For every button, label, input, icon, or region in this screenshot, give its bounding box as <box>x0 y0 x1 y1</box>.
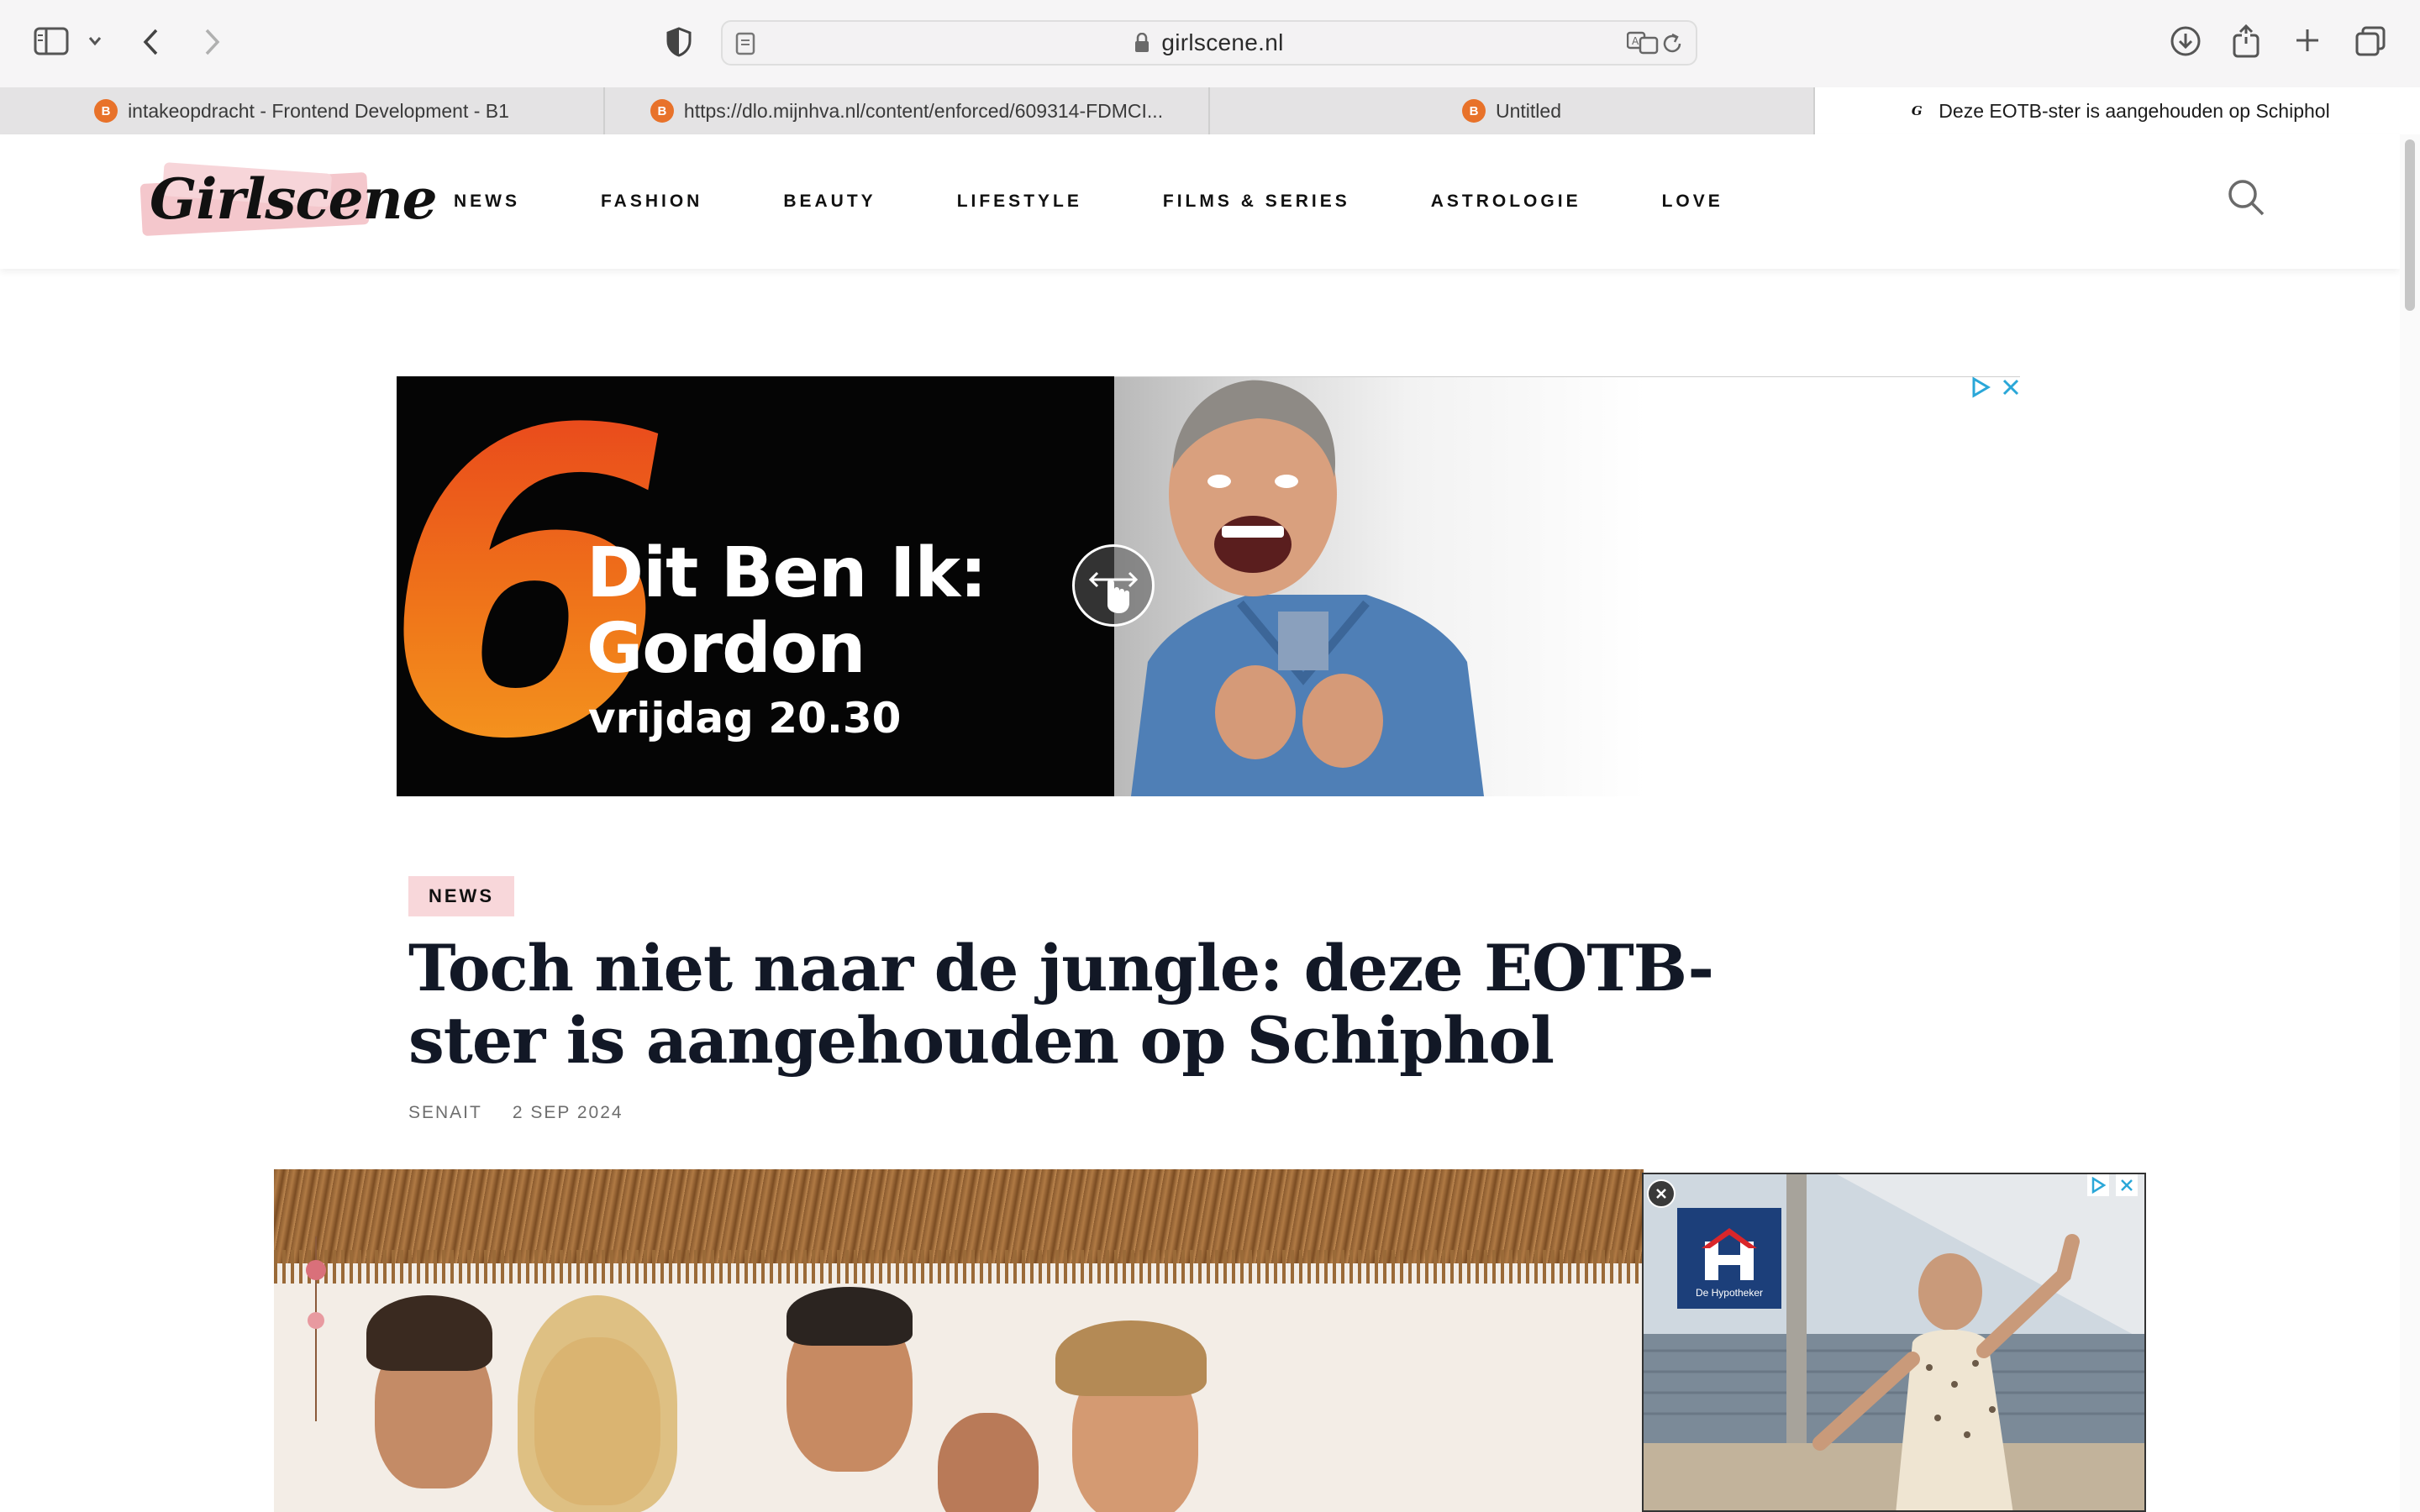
adchoices-icon[interactable] <box>1970 376 1991 402</box>
new-tab-icon[interactable] <box>2294 27 2321 54</box>
nav-item-films-series[interactable]: FILMS & SERIES <box>1163 186 1350 220</box>
article-meta: SENAIT 2 SEP 2024 <box>408 1103 654 1123</box>
ad-headline: Dit Ben Ik: Gordon <box>587 536 1091 687</box>
privacy-shield-icon[interactable] <box>666 27 692 57</box>
ad-headline-line1: Dit Ben Ik: <box>587 533 987 613</box>
category-badge[interactable]: NEWS <box>408 876 514 916</box>
person-figure <box>1055 1320 1207 1396</box>
close-ad-icon[interactable] <box>2116 1174 2138 1196</box>
downloads-icon[interactable] <box>2170 25 2202 57</box>
presenter-photo <box>1131 380 1484 796</box>
swipe-handle-icon[interactable] <box>1072 544 1155 627</box>
tab-overview-icon[interactable] <box>2354 25 2386 57</box>
roof-fringe <box>274 1250 1644 1284</box>
tab-intakeopdracht[interactable]: B intakeopdracht - Frontend Development … <box>0 87 605 134</box>
brightspace-icon: B <box>650 99 674 123</box>
translate-icon[interactable]: A <box>1627 30 1659 55</box>
ad-border <box>1114 376 2020 377</box>
main-nav: NEWS FASHION BEAUTY LIFESTYLE FILMS & SE… <box>454 186 1804 220</box>
tab-label: https://dlo.mijnhva.nl/content/enforced/… <box>683 99 1164 122</box>
person-figure <box>786 1287 913 1346</box>
de-hypotheker-logo[interactable]: De Hypotheker <box>1677 1208 1781 1309</box>
site-header: Girlscene NEWS FASHION BEAUTY LIFESTYLE … <box>0 134 2400 269</box>
ad-headline-line2: Gordon <box>587 609 866 689</box>
tab-bar: B intakeopdracht - Frontend Development … <box>0 87 2420 135</box>
person-figure <box>938 1413 1039 1512</box>
tab-label: Untitled <box>1496 99 1561 122</box>
article-author[interactable]: SENAIT <box>408 1103 482 1123</box>
reload-icon[interactable] <box>1660 32 1684 55</box>
logo-text: Girlscene <box>150 166 438 232</box>
ad-promo-panel: 6 Dit Ben Ik: Gordon vrijdag 20.30 <box>397 376 1114 796</box>
nav-item-beauty[interactable]: BEAUTY <box>783 186 876 220</box>
nav-item-astrologie[interactable]: ASTROLOGIE <box>1431 186 1581 220</box>
leaderboard-ad[interactable]: 6 Dit Ben Ik: Gordon vrijdag 20.30 <box>397 376 2020 796</box>
url-display[interactable]: girlscene.nl <box>723 22 1696 64</box>
svg-text:A: A <box>1632 35 1639 47</box>
share-icon[interactable] <box>2232 24 2260 59</box>
nav-item-fashion[interactable]: FASHION <box>601 186 702 220</box>
tab-dlo-mijnhva[interactable]: B https://dlo.mijnhva.nl/content/enforce… <box>605 87 1210 134</box>
girlscene-logo[interactable]: Girlscene <box>139 155 438 249</box>
ad-schedule: vrijdag 20.30 <box>588 694 902 743</box>
search-icon[interactable] <box>2227 178 2265 221</box>
nav-item-lifestyle[interactable]: LIFESTYLE <box>957 186 1082 220</box>
adchoices-icon[interactable] <box>2087 1174 2109 1196</box>
article-date: 2 SEP 2024 <box>512 1103 623 1122</box>
ad-photo-panel <box>1114 376 1647 796</box>
close-icon[interactable] <box>1647 1179 1676 1208</box>
tab-untitled[interactable]: B Untitled <box>1210 87 1815 134</box>
tab-girlscene-active[interactable]: G Deze EOTB-ster is aangehouden op Schip… <box>1815 87 2420 134</box>
hanging-decoration <box>306 1236 326 1421</box>
sidebar-toggle-icon[interactable] <box>34 27 69 55</box>
video-ad[interactable]: De Hypotheker <box>1642 1173 2146 1512</box>
back-icon[interactable] <box>141 27 161 57</box>
brightspace-icon: B <box>1462 99 1486 123</box>
girlscene-icon: G <box>1905 99 1929 123</box>
person-figure <box>366 1295 492 1371</box>
scrollbar[interactable] <box>2400 134 2420 1512</box>
nav-item-news[interactable]: NEWS <box>454 186 520 220</box>
forward-icon[interactable] <box>202 27 222 57</box>
nav-item-love[interactable]: LOVE <box>1662 186 1723 220</box>
close-ad-icon[interactable] <box>2000 376 2022 402</box>
tab-label: intakeopdracht - Frontend Development - … <box>128 99 509 122</box>
browser-toolbar: girlscene.nl A <box>0 0 2420 88</box>
url-domain: girlscene.nl <box>1161 29 1284 55</box>
ad-controls <box>1970 376 2022 402</box>
hypotheker-brand: De Hypotheker <box>1695 1287 1764 1299</box>
video-ad-controls <box>2087 1174 2138 1196</box>
article-hero-image <box>274 1169 1644 1512</box>
scrollbar-thumb[interactable] <box>2405 139 2415 311</box>
chevron-down-icon[interactable] <box>87 35 103 47</box>
article-title: Toch niet naar de jungle: deze EOTB-ster… <box>408 931 1714 1078</box>
address-bar[interactable]: girlscene.nl A <box>721 20 1697 66</box>
house-icon <box>1702 1228 1757 1280</box>
person-figure <box>518 1295 677 1512</box>
tab-label: Deze EOTB-ster is aangehouden op Schipho… <box>1939 99 2330 122</box>
lock-icon <box>1134 33 1150 53</box>
brightspace-icon: B <box>94 99 118 123</box>
